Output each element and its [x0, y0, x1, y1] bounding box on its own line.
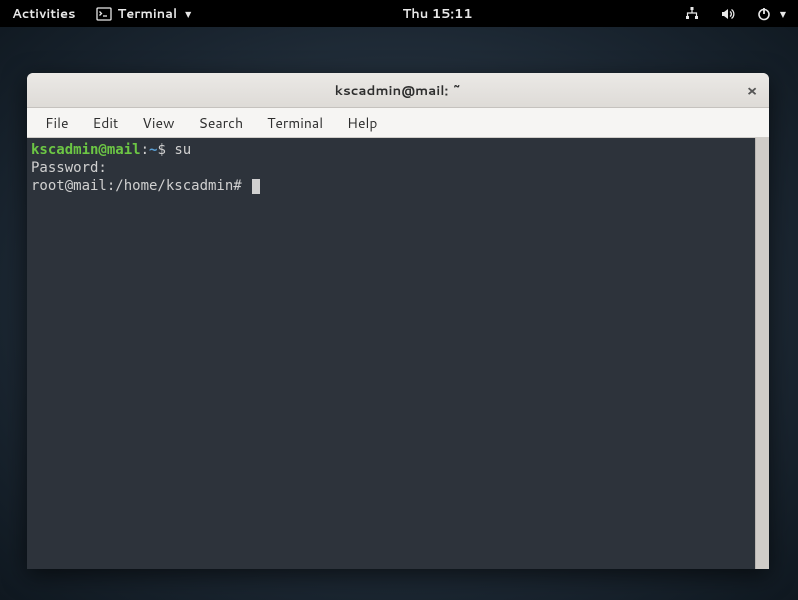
prompt-symbol: $: [157, 142, 174, 158]
terminal-output-line: Password:: [31, 160, 107, 176]
power-indicator[interactable]: ▼: [752, 6, 790, 22]
root-prompt: root@mail:/home/kscadmin#: [31, 178, 250, 194]
terminal-cursor: [252, 179, 260, 194]
clock-label: Thu 15:11: [402, 5, 472, 23]
chevron-down-icon: ▼: [185, 8, 191, 20]
gnome-top-panel: Activities Terminal ▼ Thu 15:11: [0, 0, 798, 27]
menu-view[interactable]: View: [130, 109, 186, 137]
activities-label: Activities: [12, 5, 76, 23]
chevron-down-icon: ▼: [780, 8, 786, 20]
menu-terminal[interactable]: Terminal: [255, 109, 335, 137]
window-titlebar[interactable]: kscadmin@mail: ~ ×: [27, 73, 769, 108]
panel-center: Thu 15:11: [398, 5, 476, 23]
network-icon: [684, 6, 700, 22]
prompt-sep: :: [141, 142, 149, 158]
close-icon: ×: [747, 80, 758, 101]
command-text: su: [174, 142, 191, 158]
terminal-body: kscadmin@mail:~$ su Password: root@mail:…: [27, 138, 769, 569]
menu-search[interactable]: Search: [187, 109, 256, 137]
menu-help[interactable]: Help: [335, 109, 389, 137]
terminal-scrollbar[interactable]: [755, 138, 769, 569]
prompt-user-host: kscadmin@mail: [31, 142, 141, 158]
menu-file[interactable]: File: [33, 109, 81, 137]
power-icon: [756, 6, 772, 22]
app-menu-label: Terminal: [118, 5, 178, 23]
clock-button[interactable]: Thu 15:11: [398, 5, 476, 23]
terminal-window: kscadmin@mail: ~ × File Edit View Search…: [27, 73, 769, 569]
volume-icon: [720, 6, 736, 22]
menu-edit[interactable]: Edit: [81, 109, 131, 137]
panel-right: ▼: [680, 6, 790, 22]
app-menu[interactable]: Terminal ▼: [92, 5, 196, 23]
activities-button[interactable]: Activities: [8, 5, 80, 23]
menubar: File Edit View Search Terminal Help: [27, 108, 769, 138]
window-title: kscadmin@mail: ~: [335, 81, 461, 100]
panel-left: Activities Terminal ▼: [8, 5, 195, 23]
volume-indicator[interactable]: [716, 6, 740, 22]
close-button[interactable]: ×: [741, 79, 763, 101]
terminal-app-icon: [96, 6, 112, 22]
network-indicator[interactable]: [680, 6, 704, 22]
terminal-content[interactable]: kscadmin@mail:~$ su Password: root@mail:…: [27, 138, 755, 569]
